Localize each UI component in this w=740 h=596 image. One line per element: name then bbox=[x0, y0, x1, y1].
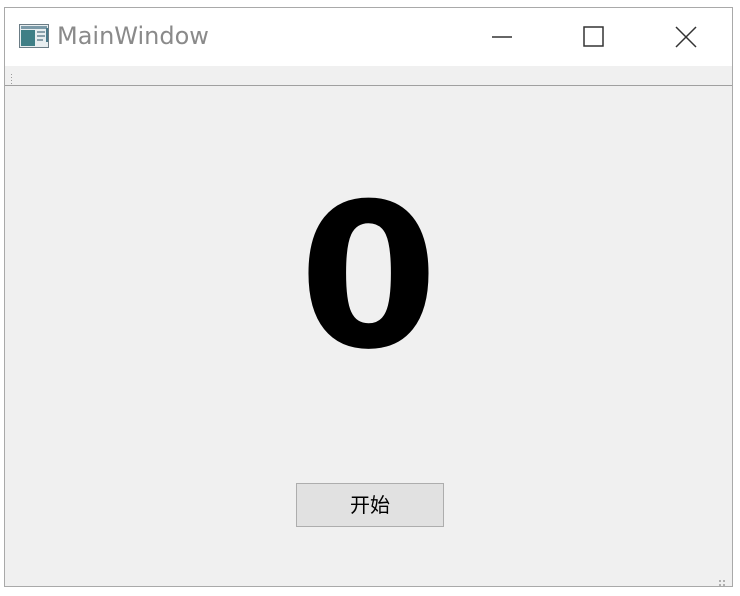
size-grip-icon[interactable] bbox=[719, 573, 727, 586]
maximize-button[interactable] bbox=[547, 8, 637, 66]
minimize-icon bbox=[492, 36, 512, 38]
toolbar-grip-icon[interactable] bbox=[10, 70, 13, 84]
title-bar[interactable]: MainWindow bbox=[5, 8, 732, 66]
toolbar bbox=[5, 66, 732, 86]
central-widget: 0 开始 bbox=[5, 86, 732, 586]
minimize-button[interactable] bbox=[457, 8, 547, 66]
counter-display: 0 bbox=[298, 161, 439, 394]
maximize-icon bbox=[583, 26, 604, 47]
main-window: MainWindow 0 开始 bbox=[4, 7, 733, 587]
close-button[interactable] bbox=[641, 8, 731, 66]
start-button[interactable]: 开始 bbox=[296, 483, 444, 527]
window-title: MainWindow bbox=[57, 22, 209, 50]
app-icon bbox=[19, 24, 49, 48]
close-icon bbox=[675, 26, 697, 48]
